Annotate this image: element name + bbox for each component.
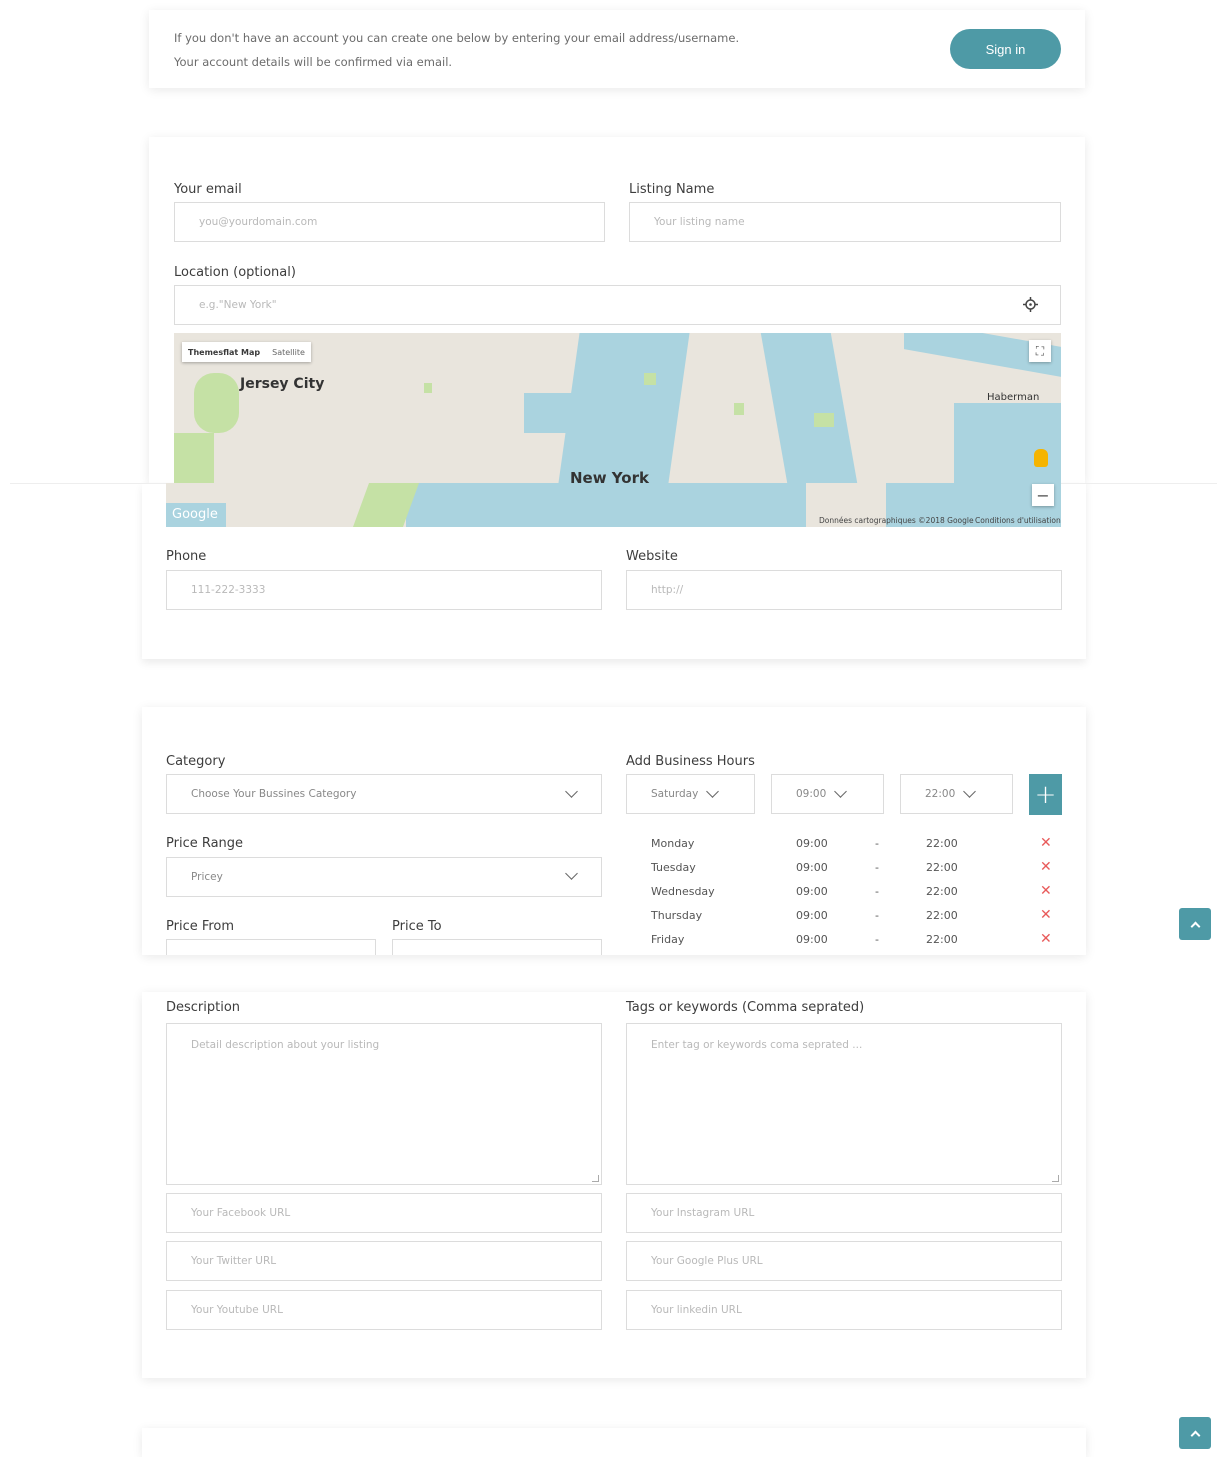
map-google-logo: Google [172, 507, 218, 522]
instagram-url-field[interactable]: Your Instagram URL [626, 1193, 1062, 1233]
remove-hours-icon[interactable]: ✕ [1040, 835, 1052, 851]
price-to-label: Price To [392, 919, 442, 934]
close-chevron-down-icon [963, 785, 977, 798]
phone-field[interactable]: 111-222-3333 [166, 570, 602, 610]
business-hours-label: Add Business Hours [626, 754, 755, 769]
signup-notice-card [149, 10, 1085, 88]
open-chevron-down-icon [834, 785, 848, 798]
next-section-card [142, 1428, 1086, 1457]
close-time-select[interactable]: 22:00 [900, 774, 1013, 814]
street-view-icon[interactable] [1034, 449, 1048, 467]
day-select[interactable]: Saturday [626, 774, 755, 814]
map-type-map[interactable]: Themesflat Map [182, 348, 266, 357]
location-label: Location (optional) [174, 265, 296, 280]
map-label-jersey-city: Jersey City [240, 376, 325, 392]
scroll-to-top-button[interactable] [1179, 908, 1211, 940]
facebook-url-field[interactable]: Your Facebook URL [166, 1193, 602, 1233]
tags-label: Tags or keywords (Comma seprated) [626, 1000, 865, 1015]
hours-row: Tuesday 09:00-22:00 ✕ [651, 859, 1052, 875]
description-textarea[interactable]: Detail description about your listing [166, 1023, 602, 1185]
remove-hours-icon[interactable]: ✕ [1040, 931, 1052, 947]
description-label: Description [166, 1000, 241, 1015]
email-label: Your email [174, 182, 242, 197]
twitter-url-field[interactable]: Your Twitter URL [166, 1241, 602, 1281]
open-time-select[interactable]: 09:00 [771, 774, 884, 814]
map-label-new-york: New York [570, 469, 649, 483]
map-type-control[interactable]: Themesflat Map Satellite [182, 342, 311, 362]
price-from-field[interactable] [166, 939, 376, 955]
scroll-to-top-button[interactable] [1179, 1417, 1211, 1449]
add-hours-button[interactable]: + [1029, 774, 1062, 815]
sign-in-button[interactable]: Sign in [950, 29, 1061, 69]
chevron-up-icon [1190, 1430, 1200, 1440]
locate-me-icon[interactable] [1023, 297, 1038, 312]
map-terms-link[interactable]: Conditions d'utilisation [975, 516, 1061, 525]
fullscreen-icon[interactable]: ⛶ [1029, 340, 1051, 362]
email-field[interactable]: you@yourdomain.com [174, 202, 605, 242]
map-label-haberman: Haberman [987, 392, 1040, 403]
map-attribution: Données cartographiques ©2018 Google [819, 516, 974, 525]
phone-label: Phone [166, 549, 207, 564]
day-chevron-down-icon [706, 785, 720, 798]
remove-hours-icon[interactable]: ✕ [1040, 883, 1052, 899]
website-field[interactable]: http:// [626, 570, 1062, 610]
location-field[interactable]: e.g."New York" [174, 285, 1061, 325]
tags-textarea[interactable]: Enter tag or keywords coma seprated ... [626, 1023, 1062, 1185]
price-to-field[interactable] [392, 939, 602, 955]
hours-row: Thursday 09:00-22:00 ✕ [651, 907, 1052, 923]
remove-hours-icon[interactable]: ✕ [1040, 859, 1052, 875]
youtube-url-field[interactable]: Your Youtube URL [166, 1290, 602, 1330]
map-type-satellite[interactable]: Satellite [266, 348, 311, 357]
googleplus-url-field[interactable]: Your Google Plus URL [626, 1241, 1062, 1281]
chevron-up-icon [1190, 921, 1200, 931]
price-range-label: Price Range [166, 836, 244, 851]
price-range-select[interactable]: Pricey [166, 857, 602, 897]
listing-name-label: Listing Name [629, 182, 715, 197]
linkedin-url-field[interactable]: Your linkedin URL [626, 1290, 1062, 1330]
zoom-out-icon[interactable]: − [1032, 484, 1054, 506]
signup-notice-text: If you don't have an account you can cre… [174, 31, 740, 45]
price-from-label: Price From [166, 919, 235, 934]
category-label: Category [166, 754, 226, 769]
hours-row: Monday 09:00-22:00 ✕ [651, 835, 1052, 851]
signup-notice-subtext: Your account details will be confirmed v… [174, 55, 453, 69]
category-select[interactable]: Choose Your Bussines Category [166, 774, 602, 814]
remove-hours-icon[interactable]: ✕ [1040, 907, 1052, 923]
listing-name-field[interactable]: Your listing name [629, 202, 1061, 242]
hours-row: Wednesday 09:00-22:00 ✕ [651, 883, 1052, 899]
website-label: Website [626, 549, 678, 564]
hours-row: Friday 09:00-22:00 ✕ [651, 931, 1052, 947]
